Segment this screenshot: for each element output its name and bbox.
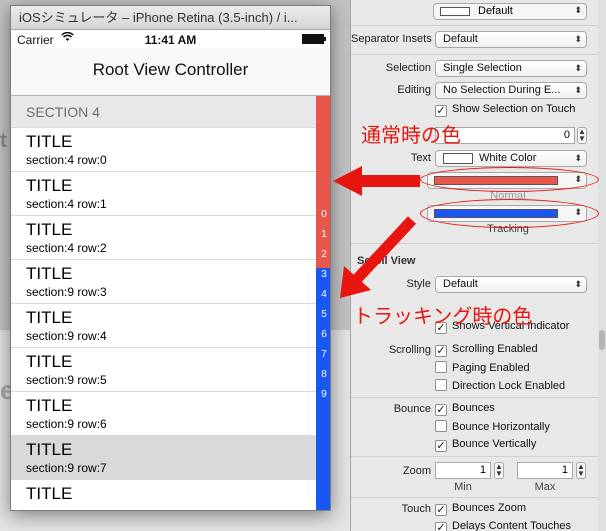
arrow-to-index-normal	[333, 166, 420, 196]
normal-color-annotation: 通常時の色	[361, 125, 461, 147]
tracking-color-highlight	[420, 199, 599, 228]
normal-color-highlight	[420, 167, 599, 192]
tracking-color-annotation: トラッキング時の色	[353, 306, 533, 328]
annotation-arrows	[333, 166, 420, 298]
arrow-to-index-tracking	[340, 216, 417, 298]
